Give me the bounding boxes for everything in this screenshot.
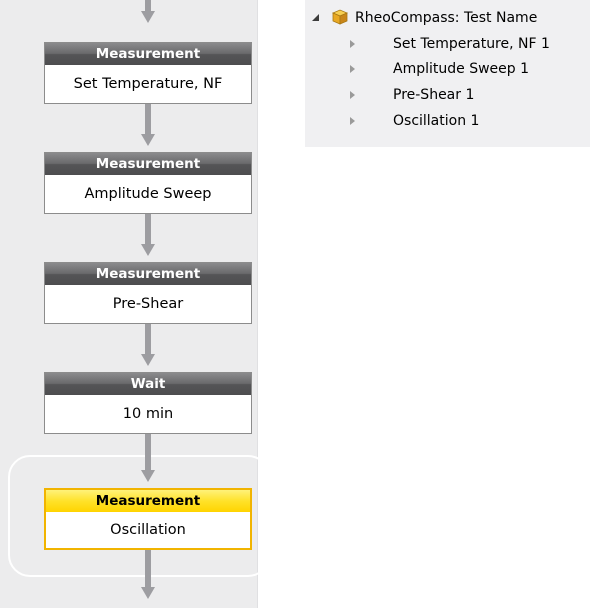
expand-toggle-icon[interactable]	[350, 65, 355, 73]
step-name-label: Set Temperature, NF	[45, 65, 251, 103]
tree-root-item[interactable]: RheoCompass: Test Name	[305, 7, 590, 29]
workflow-step-set-temperature[interactable]: Measurement Set Temperature, NF	[44, 42, 252, 104]
step-name-label: 10 min	[45, 395, 251, 433]
tree-item-label: Pre-Shear 1	[393, 87, 475, 103]
package-icon	[331, 9, 349, 25]
connector-arrow	[141, 550, 155, 600]
step-type-label: Measurement	[46, 490, 250, 512]
tree-item[interactable]: Set Temperature, NF 1	[305, 33, 590, 55]
tree-item[interactable]: Oscillation 1	[305, 110, 590, 132]
step-type-label: Measurement	[45, 43, 251, 65]
workflow-step-oscillation[interactable]: Measurement Oscillation	[44, 488, 252, 550]
expand-toggle-icon[interactable]	[350, 91, 355, 99]
workflow-step-amplitude-sweep[interactable]: Measurement Amplitude Sweep	[44, 152, 252, 214]
workflow-panel: Measurement Set Temperature, NF Measurem…	[0, 0, 270, 608]
workflow-step-pre-shear[interactable]: Measurement Pre-Shear	[44, 262, 252, 324]
tree-item-label: Set Temperature, NF 1	[393, 36, 550, 52]
connector-arrow	[141, 104, 155, 147]
tree-item[interactable]: Amplitude Sweep 1	[305, 58, 590, 80]
step-name-label: Oscillation	[46, 512, 250, 548]
step-name-label: Pre-Shear	[45, 285, 251, 323]
expand-toggle-icon[interactable]	[350, 40, 355, 48]
step-name-label: Amplitude Sweep	[45, 175, 251, 213]
tree-root-label: RheoCompass: Test Name	[355, 10, 538, 26]
tree-item-label: Amplitude Sweep 1	[393, 61, 530, 77]
connector-arrow	[141, 434, 155, 483]
expand-toggle-icon[interactable]	[312, 14, 319, 21]
test-tree: RheoCompass: Test Name Set Temperature, …	[305, 0, 590, 147]
tree-item[interactable]: Pre-Shear 1	[305, 84, 590, 106]
tree-item-label: Oscillation 1	[393, 113, 480, 129]
expand-toggle-icon[interactable]	[350, 117, 355, 125]
step-type-label: Measurement	[45, 263, 251, 285]
connector-arrow	[141, 0, 155, 24]
workflow-step-wait[interactable]: Wait 10 min	[44, 372, 252, 434]
step-type-label: Measurement	[45, 153, 251, 175]
connector-arrow	[141, 214, 155, 257]
connector-arrow	[141, 324, 155, 367]
step-type-label: Wait	[45, 373, 251, 395]
